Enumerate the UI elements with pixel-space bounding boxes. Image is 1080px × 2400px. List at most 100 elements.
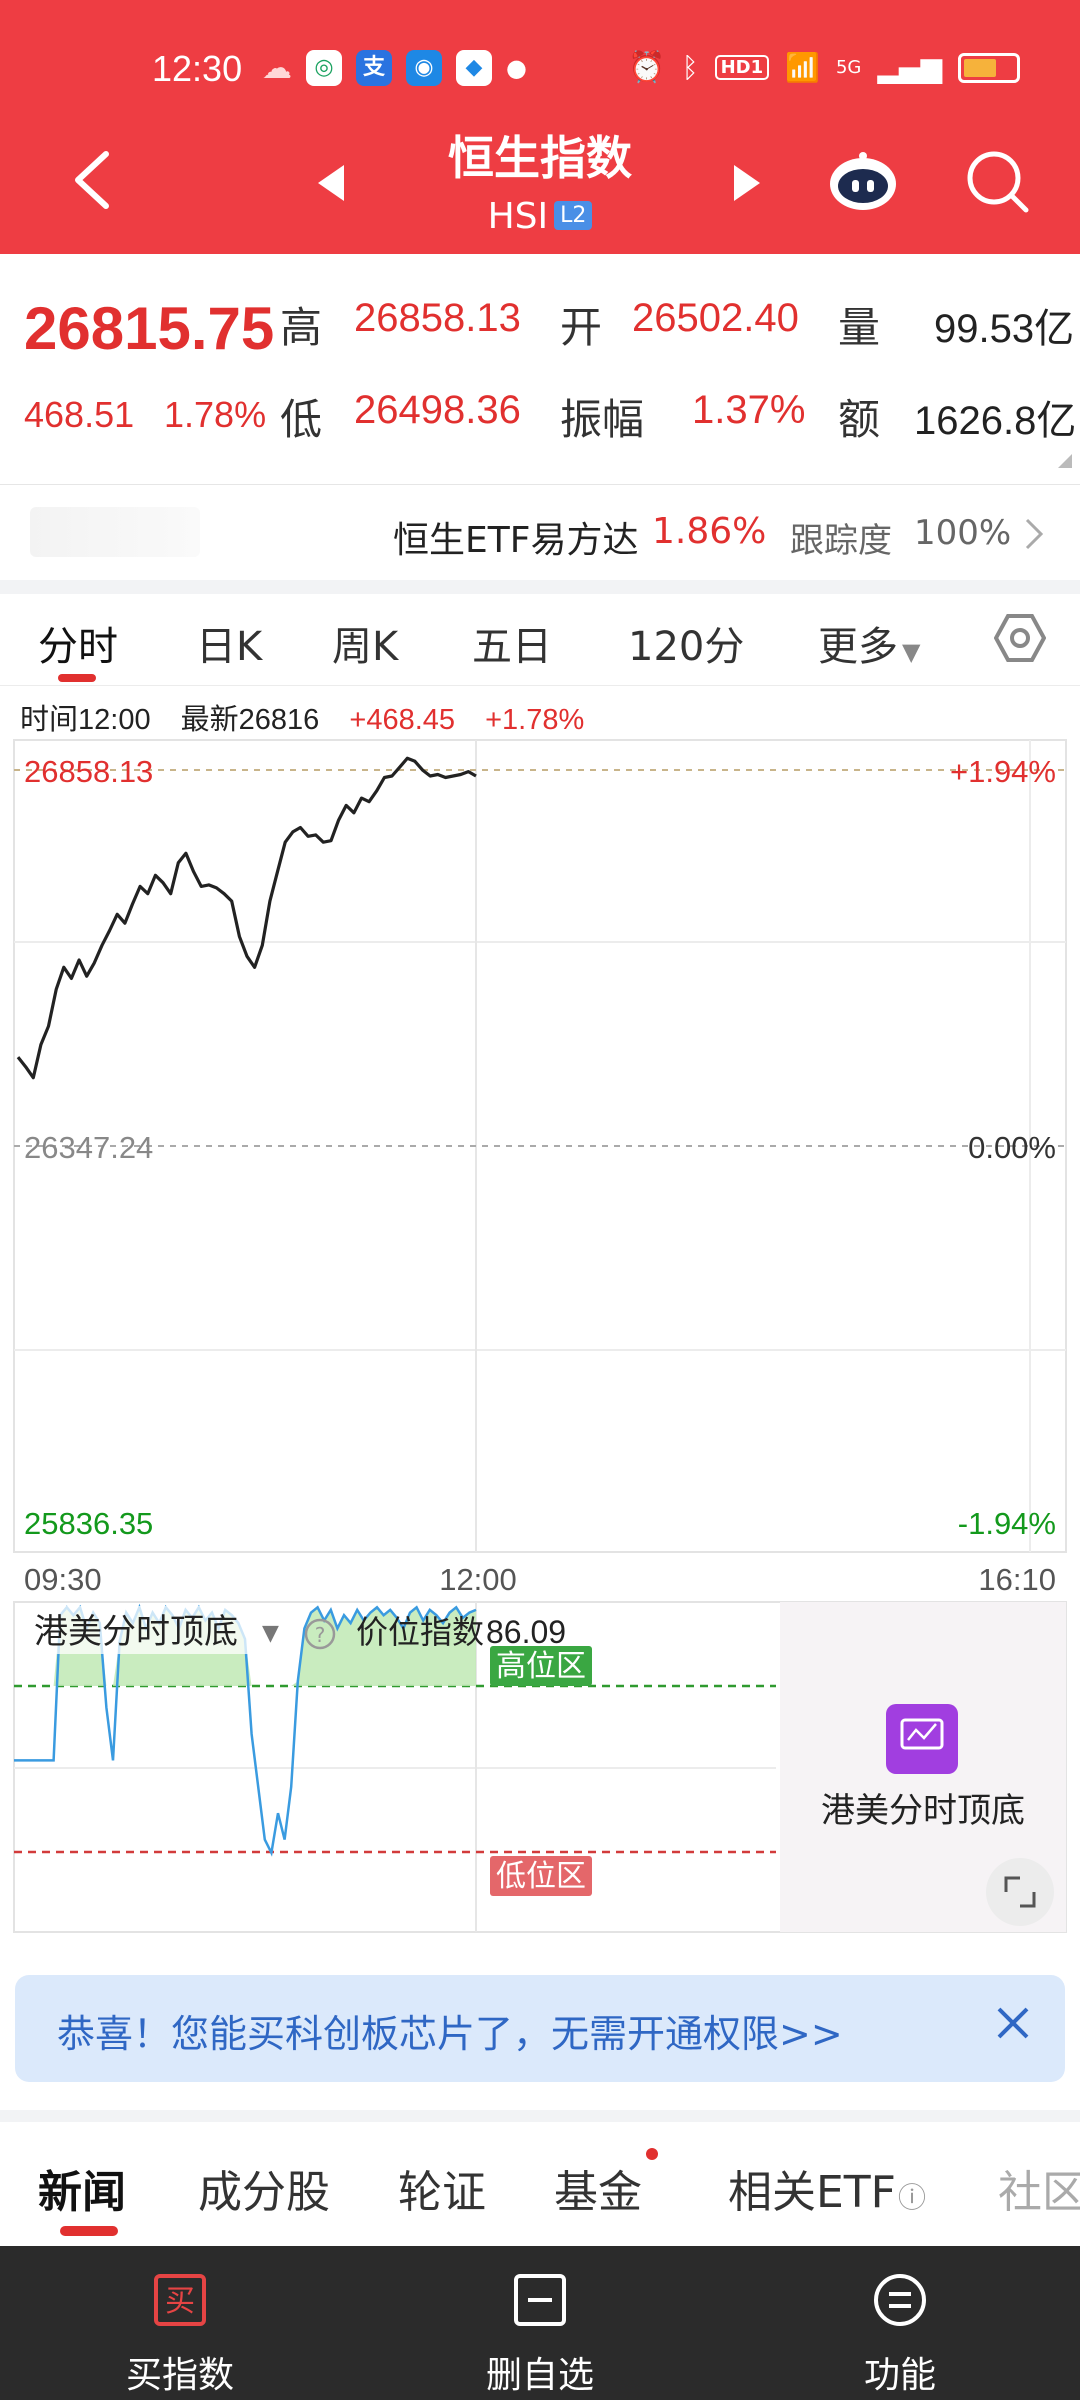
hd-badge: HD1	[714, 55, 770, 80]
promo-banner[interactable]: 恭喜！您能买科创板芯片了，无需开通权限>>	[15, 1975, 1065, 2082]
app-root: 12:30 ☁ ◎ 支 ◉ ◆ ● ⏰ ᛒ HD1 📶 5G ▂▄▆ 恒生指数 …	[0, 0, 1080, 2400]
tab-community[interactable]: 社区	[998, 2156, 1080, 2220]
low-zone-label: 低位区	[496, 1859, 586, 1894]
etf-name: 恒生ETF易方达	[393, 520, 639, 561]
tab-more-label: 更多	[818, 624, 898, 670]
tab-related-etf-label: 相关ETF	[728, 2167, 896, 2218]
last-price: 26815.75	[24, 295, 275, 362]
tab-daily-k[interactable]: 日K	[196, 614, 262, 672]
volume-value: 99.53亿	[934, 307, 1075, 351]
price-line	[16, 756, 477, 1080]
bluetooth-icon: ᛒ	[681, 51, 699, 84]
indicator-index-value: 86.09	[486, 1614, 566, 1650]
wifi-icon: 📶	[785, 51, 820, 84]
tab-more[interactable]: 更多 ▼	[818, 614, 920, 672]
browser-icon: ◆	[456, 50, 492, 86]
tab-intraday[interactable]: 分时	[38, 614, 118, 672]
status-time: 12:30	[152, 48, 243, 89]
promo-banner-text: 恭喜！您能买科创板芯片了，无需开通权限>>	[57, 2012, 843, 2056]
etf-change: 1.86%	[652, 511, 767, 552]
x-tick-0: 09:30	[24, 1562, 102, 1597]
x-tick-1: 12:00	[439, 1562, 517, 1597]
indicator-caret-icon[interactable]: ▼	[262, 1621, 279, 1646]
nav-functions-label: 功能	[863, 2355, 936, 2396]
news-tab-indicator	[60, 2226, 118, 2236]
open-value: 26502.40	[632, 296, 799, 340]
tab-weekly-k[interactable]: 周K	[332, 614, 398, 672]
volume-label: 量	[838, 304, 881, 351]
content-tabs: 新闻 成分股 轮证 基金 相关ETFⓘ 社区	[0, 2122, 1080, 2246]
tab-warrants[interactable]: 轮证	[398, 2156, 486, 2220]
tab-funds[interactable]: 基金	[554, 2156, 642, 2220]
low-label: 低	[280, 396, 323, 443]
low-value: 26498.36	[354, 388, 521, 432]
stock-code: HSI	[487, 196, 549, 237]
price-change: 468.51	[24, 394, 135, 435]
nav-buy-label: 买指数	[125, 2355, 234, 2396]
alarm-icon: ⏰	[628, 50, 666, 85]
tab-news[interactable]: 新闻	[38, 2156, 126, 2220]
turnover-label: 额	[838, 396, 881, 443]
top-bottom-indicator-chart[interactable]: 高位区低位区 港美分时顶底 ▼? 价位指数 86.09 港美分时顶底	[0, 1600, 1080, 1940]
nav-buy-index[interactable]: 买 买指数	[0, 2246, 360, 2400]
bottom-nav: 买 买指数 删自选 功能	[0, 2246, 1080, 2400]
dropdown-caret-icon: ▼	[902, 638, 921, 666]
nav-functions[interactable]: 功能	[720, 2246, 1080, 2400]
buy-icon: 买	[154, 2274, 206, 2326]
indicator-name[interactable]: 港美分时顶底	[34, 1612, 238, 1652]
intraday-chart[interactable]: 26858.13 26347.24 25836.35 +1.94% 0.00% -1.94…	[0, 730, 1080, 1600]
close-icon[interactable]	[993, 2003, 1033, 2043]
status-system-icons: ⏰ ᛒ HD1 📶 5G ▂▄▆	[628, 50, 1020, 85]
etf-row[interactable]: 恒生ETF易方达 1.86% 跟踪度 100%	[0, 485, 1080, 580]
amplitude-label: 振幅	[560, 396, 645, 443]
nav-remove-label: 删自选	[485, 2355, 594, 2396]
nav-remove-watchlist[interactable]: 删自选	[360, 2246, 720, 2400]
active-tab-indicator	[58, 674, 96, 682]
high-zone-label: 高位区	[496, 1649, 586, 1684]
app-notify-icon: ◎	[306, 50, 342, 86]
battery-icon	[958, 52, 1020, 83]
signal-icon: ▂▄▆	[877, 51, 942, 84]
tab-five-day[interactable]: 五日	[472, 614, 552, 672]
next-stock-arrow-icon[interactable]	[734, 165, 760, 201]
tab-related-etf[interactable]: 相关ETFⓘ	[728, 2156, 926, 2220]
x-tick-2: 16:10	[978, 1562, 1056, 1597]
more-dot-icon: ●	[506, 54, 527, 82]
chart-series	[16, 756, 477, 1080]
expand-corner-icon[interactable]	[1058, 454, 1072, 468]
etf-tracking-value: 100%	[914, 513, 1012, 553]
search-icon[interactable]	[964, 148, 1030, 214]
tab-120min[interactable]: 120分	[628, 614, 744, 672]
menu-circle-icon	[874, 2274, 926, 2326]
price-change-pct: 1.78%	[164, 394, 267, 435]
settings-gear-icon[interactable]	[994, 612, 1046, 664]
status-notification-icons: ☁ ◎ 支 ◉ ◆ ●	[262, 50, 527, 86]
etf-logo-placeholder	[30, 507, 200, 557]
indicator-side-title: 港美分时顶底	[821, 1791, 1025, 1831]
tab-constituents[interactable]: 成分股	[198, 2156, 330, 2220]
header-bar: 12:30 ☁ ◎ 支 ◉ ◆ ● ⏰ ᛒ HD1 📶 5G ▂▄▆ 恒生指数 …	[0, 0, 1080, 254]
spacer-2	[0, 2110, 1080, 2122]
network-label: 5G	[835, 57, 862, 78]
indicator-help-glyph: ?	[315, 1623, 326, 1647]
fullscreen-button[interactable]	[986, 1858, 1054, 1926]
alipay-icon: 支	[356, 50, 392, 86]
amplitude-value: 1.37%	[692, 388, 806, 432]
high-label: 高	[280, 304, 323, 351]
level2-badge: L2	[554, 201, 593, 230]
chart-grid	[13, 739, 1067, 1553]
app-notify-icon-2: ◉	[406, 50, 442, 86]
chevron-right-icon	[1025, 518, 1044, 550]
prev-stock-arrow-icon[interactable]	[318, 165, 344, 201]
turnover-value: 1626.8亿	[914, 399, 1077, 443]
y-label-low: 25836.35	[24, 1506, 153, 1541]
assistant-robot-icon[interactable]	[828, 152, 898, 212]
y-label-high: 26858.13	[24, 754, 153, 789]
remove-watchlist-icon	[514, 2274, 566, 2326]
page-subtitle: HSI L2	[360, 196, 720, 237]
chart-labels: 26858.13 26347.24 25836.35 +1.94% 0.00% -1.94…	[24, 754, 1056, 1597]
spacer	[0, 580, 1080, 594]
notification-dot	[646, 2148, 658, 2160]
back-arrow-icon[interactable]	[70, 150, 114, 210]
page-title: 恒生指数	[448, 131, 632, 185]
